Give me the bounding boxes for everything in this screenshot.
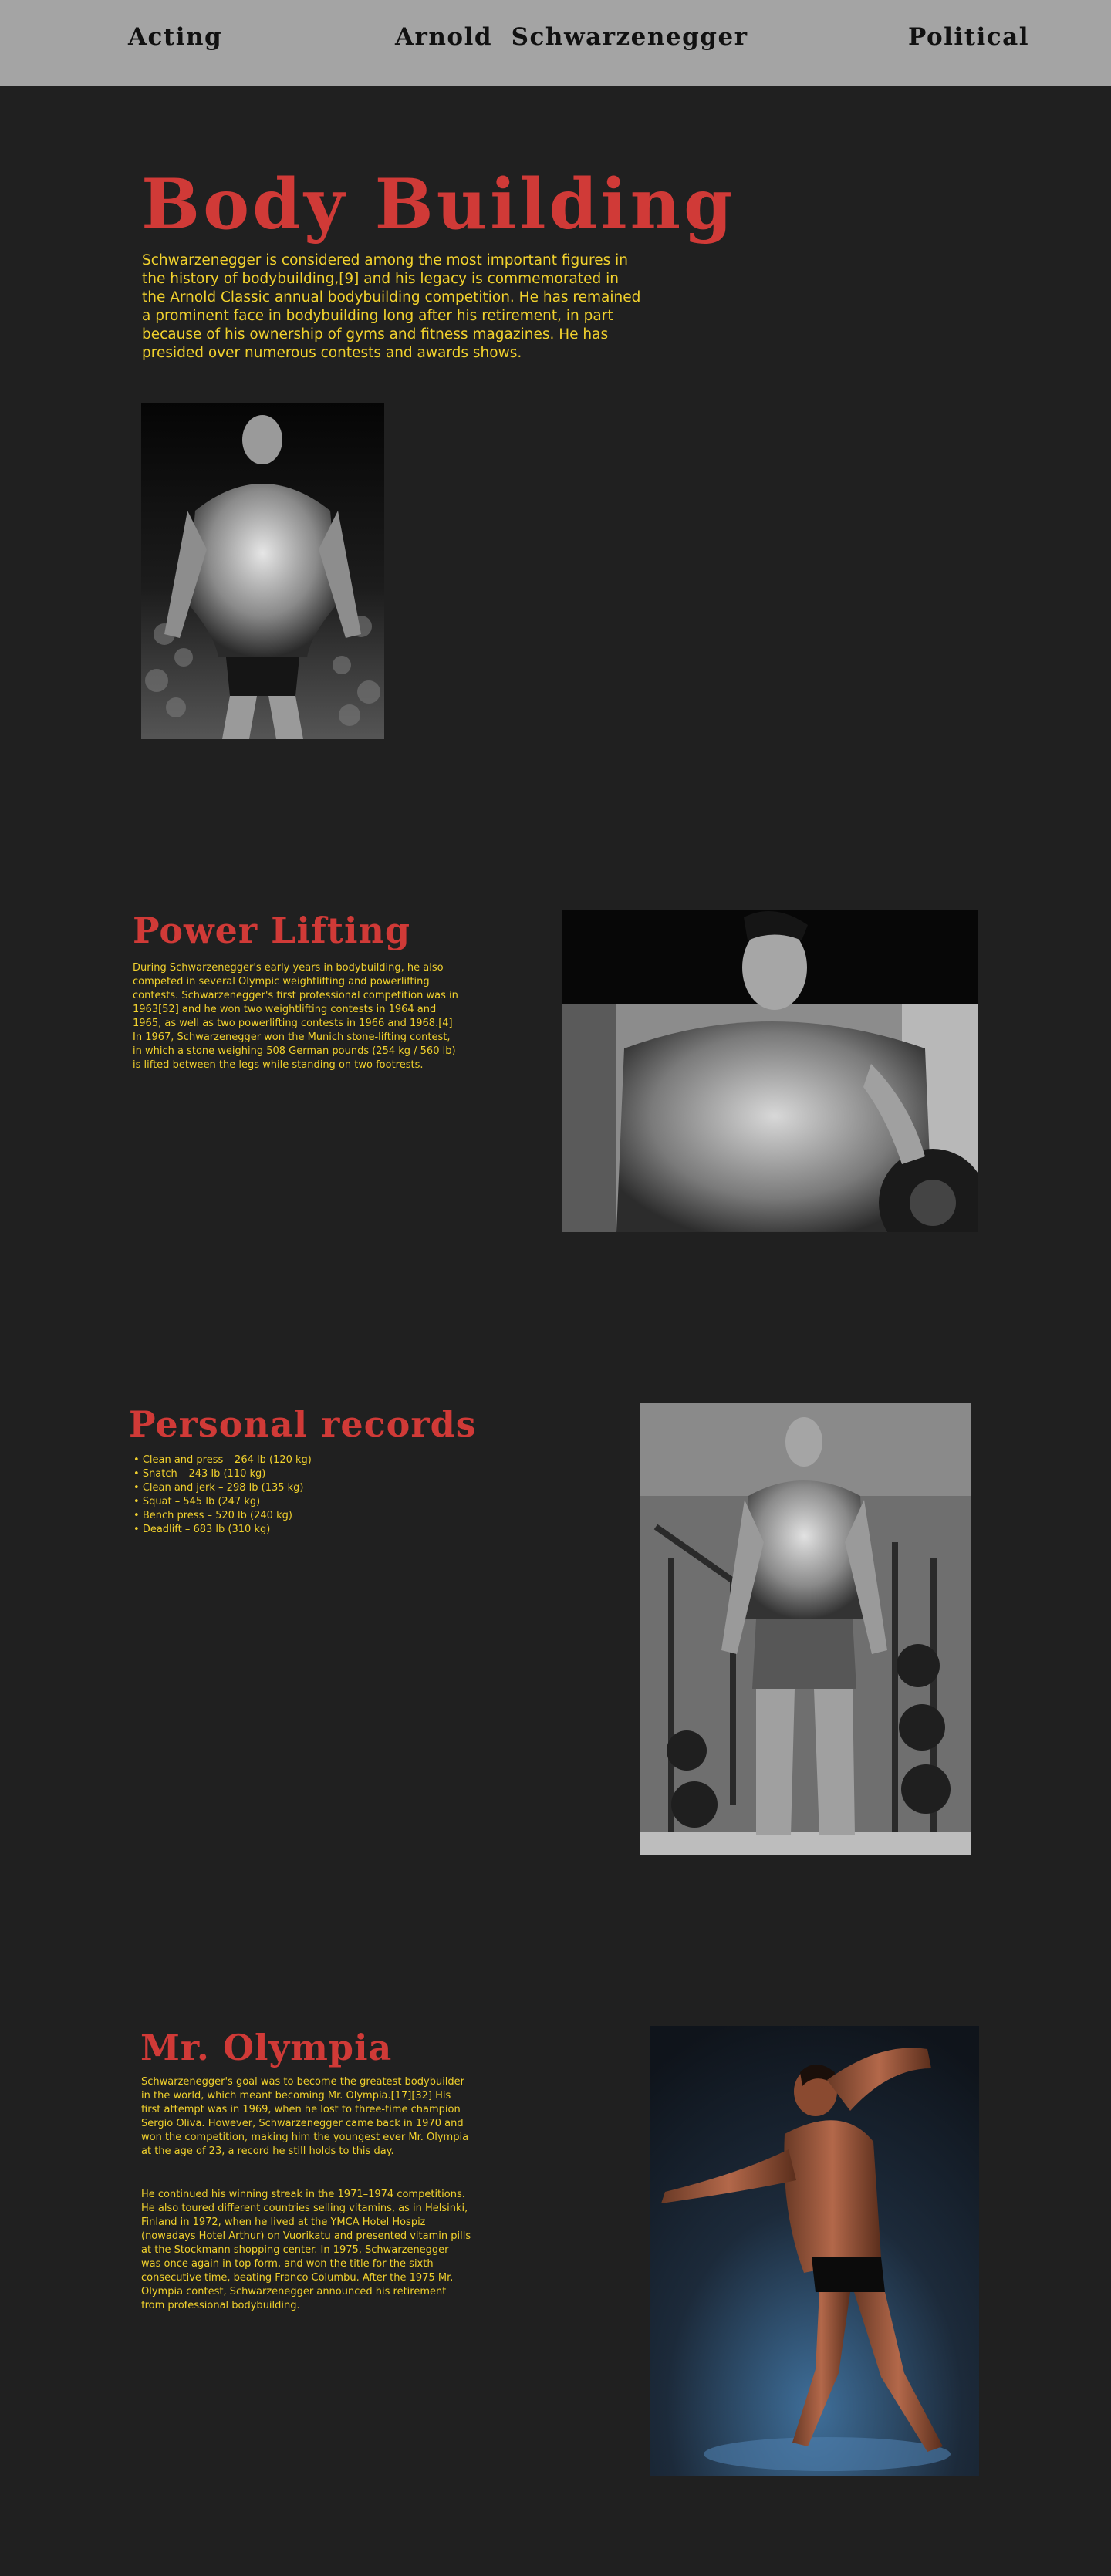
power-lifting-text: During Schwarzenegger's early years in b… [133,962,458,1071]
list-item: Clean and press – 264 lb (120 kg) [133,1453,458,1467]
mr-olympia-text-2: He continued his winning streak in the 1… [141,2189,471,2311]
power-lifting-heading: Power Lifting [133,910,411,951]
body-building-heading: Body Building [141,164,736,245]
mr-olympia-heading: Mr. Olympia [140,2027,393,2068]
body-building-photo [141,403,384,739]
nav-link-political[interactable]: Political [908,23,1029,51]
top-nav: Acting Arnold Schwarzenegger Political [0,0,1111,86]
nav-title[interactable]: Arnold Schwarzenegger [395,23,748,51]
mr-olympia-photo [650,2026,979,2476]
list-item: Clean and jerk – 298 lb (135 kg) [133,1481,458,1495]
mr-olympia-text-1: Schwarzenegger's goal was to become the … [141,2076,469,2157]
list-item: Squat – 545 lb (247 kg) [133,1495,458,1509]
personal-records-photo [640,1403,971,1855]
list-item: Deadlift – 683 lb (310 kg) [133,1523,458,1537]
body-building-text: Schwarzenegger is considered among the m… [142,252,641,361]
power-lifting-photo [562,910,978,1232]
nav-link-acting[interactable]: Acting [128,23,222,51]
personal-records-heading: Personal records [129,1403,477,1445]
personal-records-list: Clean and press – 264 lb (120 kg) Snatch… [133,1453,458,1537]
list-item: Snatch – 243 lb (110 kg) [133,1467,458,1481]
list-item: Bench press – 520 lb (240 kg) [133,1509,458,1523]
